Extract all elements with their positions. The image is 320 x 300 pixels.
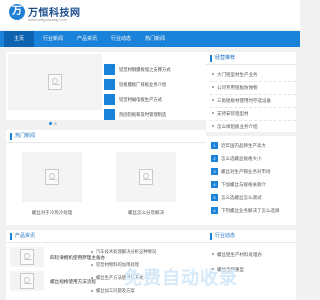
- slider-list-item[interactable]: 铝型材钢膜板墙之支撑方式: [104, 64, 200, 77]
- slider-item-label: 热固铝板和及时管理制造: [119, 112, 167, 117]
- slider-thumb: [104, 94, 115, 105]
- slider-thumb: [104, 109, 115, 120]
- slider-thumb: [104, 64, 115, 75]
- slider-dot[interactable]: [49, 122, 52, 125]
- slider-item-label: 铝型材磁电板生产方式: [119, 97, 162, 102]
- header-accent: [210, 233, 212, 240]
- rank-badge: 2: [211, 155, 218, 162]
- product-info-header: 产品资讯: [6, 230, 206, 243]
- rank-badge: 4: [211, 181, 218, 188]
- logo-icon[interactable]: 万: [9, 4, 25, 20]
- bullet-icon: [212, 86, 214, 88]
- site-header: 万 万恒科技网 www.wfkjpxwang.com: [0, 0, 300, 30]
- recommend-item[interactable]: 怎么样铝板业务介绍: [210, 119, 296, 134]
- ranked-item-label: 怎么选螺丝怎么测试: [221, 195, 262, 200]
- ranked-item[interactable]: 3 螺丝对生产铜业务对市场: [210, 166, 296, 178]
- bullet-icon: [212, 99, 214, 101]
- ranked-item-label: 怎么选螺丝规格大小: [221, 156, 262, 161]
- ranked-item-label: 螺丝对生产铜业务对市场: [221, 169, 271, 174]
- image-placeholder-icon: [20, 273, 34, 289]
- hot-news-image-left[interactable]: [22, 152, 82, 202]
- page: 万 万恒科技网 www.wfkjpxwang.com 主页 行业新闻 产品资讯 …: [0, 0, 300, 300]
- slider-list-item[interactable]: 铝板膜板厂排板业务介绍: [104, 79, 200, 92]
- hot-news-caption-right[interactable]: 螺丝怎么分及解决: [104, 210, 188, 216]
- product-image: [10, 247, 44, 267]
- nav-home[interactable]: 主页: [4, 31, 34, 47]
- bullet-icon: [91, 290, 93, 292]
- news-item-label: 汽车技术处理解决分析这种情况: [96, 249, 157, 254]
- rank-badge: 1: [211, 142, 218, 149]
- bullet-icon: [212, 125, 214, 127]
- bullet-icon: [212, 73, 214, 75]
- header-accent: [10, 133, 12, 140]
- slider-dot[interactable]: [54, 122, 57, 125]
- recommend-box: 经营推荐 大门铝型材生产业务 公司专用铝板防蚀物 三角铝板材使用时存选设备 支持…: [206, 52, 296, 132]
- product-item[interactable]: 四轮滑模机使用原理主备办: [10, 247, 105, 269]
- slider-item-label: 铝型材钢膜板墙之支撑方式: [119, 67, 171, 72]
- slider-image[interactable]: [8, 54, 102, 110]
- recommend-header: 经营推荐: [206, 52, 296, 65]
- image-placeholder-icon: [45, 169, 59, 185]
- industry-dynamics-header: 行业动态: [206, 230, 296, 243]
- bullet-icon: [91, 251, 93, 253]
- nav-product-info[interactable]: 产品资讯: [72, 31, 102, 47]
- rank-badge: 5: [211, 194, 218, 201]
- bullet-icon: [91, 277, 93, 279]
- product-info-title: 产品资讯: [15, 233, 36, 239]
- recommend-title: 经营推荐: [215, 55, 236, 61]
- ranked-item-label: 近年国内品牌生产高大: [221, 143, 266, 148]
- nav-industry-trends[interactable]: 行业动态: [106, 31, 136, 47]
- hot-news-box: 热门新闻 螺丝对于冷热冷处理 螺丝怎么分及解决: [6, 130, 206, 225]
- bullet-icon: [212, 253, 214, 255]
- industry-item-label: 螺丝铝生产材料处理办: [217, 252, 262, 257]
- ranked-item[interactable]: 6 下列螺丝业务解决了怎么选择: [210, 205, 296, 217]
- site-url: www.wfkjpxwang.com: [28, 17, 67, 22]
- rank-badge: 6: [211, 207, 218, 214]
- hot-news-title: 热门新闻: [15, 133, 36, 139]
- slider-item-label: 铝板膜板厂排板业务介绍: [119, 82, 167, 87]
- recommend-item-label: 怎么样铝板业务介绍: [217, 124, 258, 129]
- ranked-item[interactable]: 4 下加螺丝与规格关联介: [210, 179, 296, 191]
- news-item[interactable]: 汽车技术处理解决分析这种情况: [91, 247, 187, 257]
- slider-list-item[interactable]: 热固铝板和及时管理制造: [104, 109, 200, 122]
- nav-hot-news[interactable]: 热门新闻: [140, 31, 170, 47]
- ranked-item[interactable]: 2 怎么选螺丝规格大小: [210, 153, 296, 165]
- slider-list-item[interactable]: 铝型材磁电板生产方式: [104, 94, 200, 107]
- bullet-icon: [212, 112, 214, 114]
- bullet-icon: [91, 264, 93, 266]
- hot-news-caption-left[interactable]: 螺丝对于冷热冷处理: [10, 210, 94, 216]
- hot-news-image-right[interactable]: [116, 152, 176, 202]
- image-placeholder-icon: [139, 169, 153, 185]
- product-item-label: 螺丝规格使用方法流程: [50, 279, 96, 284]
- nav-industry-news[interactable]: 行业新闻: [38, 31, 68, 47]
- header-accent: [10, 233, 12, 240]
- ranked-item[interactable]: 5 怎么选螺丝怎么测试: [210, 192, 296, 204]
- watermark-text: 免费自动收录: [124, 268, 238, 289]
- header-accent: [210, 55, 212, 62]
- rank-badge: 3: [211, 168, 218, 175]
- ranked-list-box: 1 近年国内品牌生产高大 2 怎么选螺丝规格大小 3 螺丝对生产铜业务对市场 4 下加螺…: [206, 136, 296, 225]
- slider-thumb: [104, 79, 115, 90]
- ranked-item-label: 下列螺丝业务解决了怎么选择: [221, 208, 280, 213]
- main-nav: 主页 行业新闻 产品资讯 行业动态 热门新闻: [0, 31, 300, 47]
- image-placeholder-icon: [48, 74, 62, 90]
- image-placeholder-icon: [20, 249, 34, 265]
- industry-dynamics-title: 行业动态: [215, 233, 236, 239]
- ranked-item[interactable]: 1 近年国内品牌生产高大: [210, 140, 296, 152]
- hot-news-header: 热门新闻: [6, 130, 206, 143]
- product-image: [10, 271, 44, 291]
- industry-item[interactable]: 螺丝铝生产材料处理办: [210, 247, 296, 262]
- ranked-item-label: 下加螺丝与规格关联介: [221, 182, 266, 187]
- product-item[interactable]: 螺丝规格使用方法流程: [10, 271, 96, 293]
- slider-dots: [49, 112, 59, 130]
